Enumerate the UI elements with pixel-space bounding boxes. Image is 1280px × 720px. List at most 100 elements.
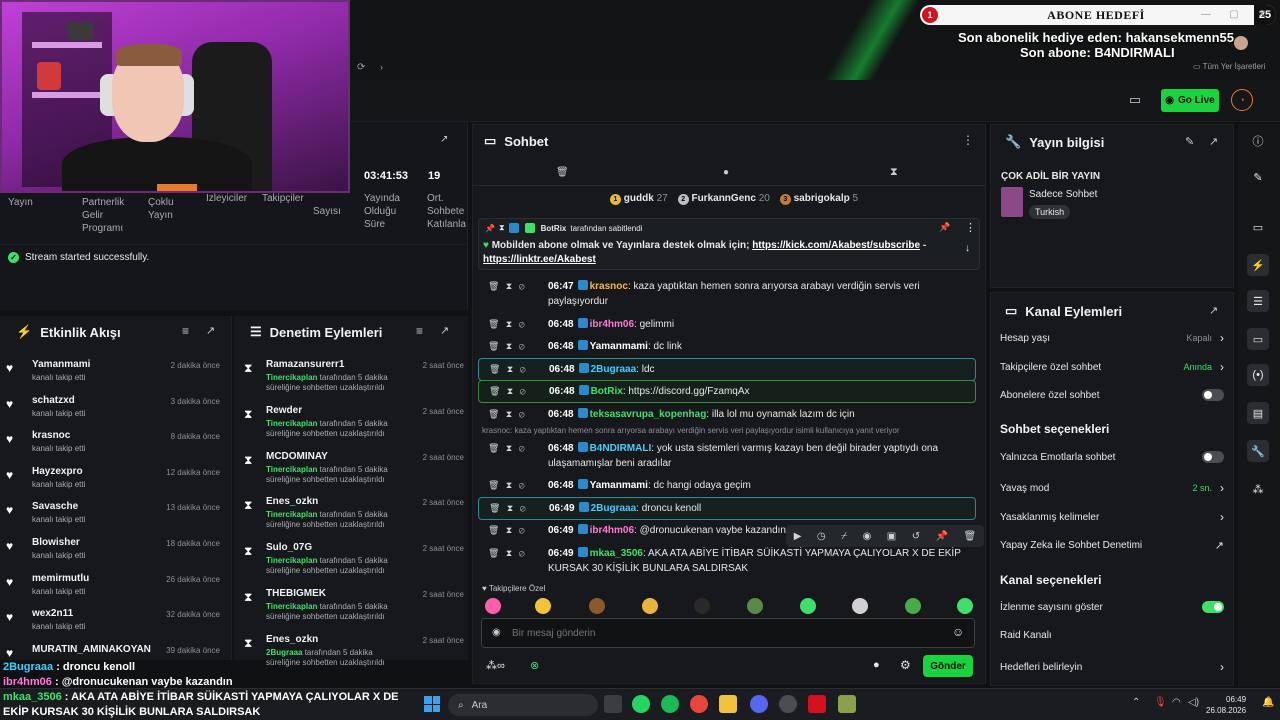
popout-icon[interactable]: ↗ — [206, 324, 215, 337]
whatsapp-icon[interactable] — [632, 695, 650, 713]
chat-input[interactable] — [512, 625, 932, 641]
moderation-icons[interactable]: 🗑 ⧗ ⊘ — [482, 546, 548, 561]
notification-icon[interactable]: 🔔 — [1262, 697, 1274, 708]
chat-input-box[interactable]: ◉ ☺ — [481, 618, 975, 648]
chevron-right-icon[interactable]: › — [1220, 360, 1224, 374]
setting-row[interactable]: Hedefleri belirleyin › — [1000, 660, 1224, 674]
chat-username[interactable]: B4NDIRMALI — [590, 443, 652, 454]
chat-message[interactable]: 🗑 ⧗ ⊘ 06:48 2Bugraaa: ldc — [478, 358, 976, 381]
activity-item[interactable]: ♥ Hayzexpro kanalı takip etti 12 dakika önc… — [6, 466, 224, 489]
setting-row[interactable]: Raid Kanalı — [1000, 630, 1224, 641]
pinned-link-subscribe[interactable]: https://kick.com/Akabest/subscribe — [752, 240, 920, 251]
emote-icon[interactable] — [589, 598, 605, 614]
moderation-item[interactable]: ⧗ MCDOMINAY Tinercikaplan tarafından 5 dak… — [244, 451, 464, 485]
toggle-switch[interactable] — [1202, 389, 1224, 401]
chat-username[interactable]: ibr4hm06 — [590, 319, 634, 330]
hourglass-icon[interactable]: ⧗ — [890, 166, 898, 179]
chat-username[interactable]: ibr4hm06 — [590, 525, 634, 536]
gifter-1[interactable]: 1 guddk 27 — [610, 193, 668, 205]
moderation-item[interactable]: ⧗ Enes_ozkn Tinercikaplan tarafından 5 dak… — [244, 496, 464, 530]
filter-icon[interactable]: ≡ — [416, 324, 423, 338]
emote-icon[interactable] — [642, 598, 658, 614]
moderation-item[interactable]: ⧗ Enes_ozkn 2Bugraaa tarafından 5 dakika s… — [244, 634, 464, 668]
external-link-icon[interactable]: ↗ — [1215, 539, 1224, 552]
kebab-menu-icon[interactable]: ⋮ — [965, 221, 976, 234]
chat-username[interactable]: BotRix — [591, 386, 623, 397]
moderation-item[interactable]: ⧗ Ramazansurerr1 Tinercikaplan tarafından … — [244, 359, 464, 393]
emote-icon[interactable] — [694, 598, 710, 614]
card-icon[interactable]: ▤ — [1247, 402, 1269, 424]
emote-icon[interactable] — [747, 598, 763, 614]
chat-username[interactable]: Yamanmami — [590, 480, 648, 491]
activity-item[interactable]: ♥ memirmutlu kanalı takip etti 26 dakika ön… — [6, 573, 224, 596]
setting-row[interactable]: Yavaş mod 2 sn. › — [1000, 481, 1224, 495]
extensions-icon[interactable]: ⟳ — [357, 62, 365, 73]
emote-icon[interactable] — [957, 598, 973, 614]
toggle-switch[interactable] — [1202, 601, 1224, 613]
activity-item[interactable]: ♥ Savasche kanalı takip etti 13 dakika önce — [6, 501, 224, 524]
emoji-icon[interactable]: ☺ — [952, 625, 964, 639]
activity-item[interactable]: ♥ krasnoc kanalı takip etti 8 dakika önce — [6, 430, 224, 453]
chat-username[interactable]: Yamanmami — [590, 341, 648, 352]
chat-message[interactable]: 🗑 ⧗ ⊘ 06:47 krasnoc: kaza yaptıktan hemen … — [478, 276, 976, 312]
chevron-right-icon[interactable]: › — [1220, 331, 1224, 345]
popout-icon[interactable]: ↗ — [440, 324, 449, 337]
chat-bubble-icon[interactable]: ▭ — [1247, 328, 1269, 350]
popout-icon[interactable]: ↗ — [1209, 135, 1218, 148]
emote-icon[interactable] — [905, 598, 921, 614]
gear-icon[interactable]: ⚙ — [900, 658, 911, 672]
setting-row[interactable]: Takipçilere özel sohbet Anında › — [1000, 360, 1224, 374]
close-icon[interactable]: ✕ — [1252, 6, 1272, 22]
pinned-link-linktree[interactable]: https://linktr.ee/Akabest — [483, 254, 596, 265]
list-icon[interactable]: ☰ — [1247, 290, 1269, 312]
minimize-icon[interactable]: — — [1196, 6, 1216, 22]
pen-icon[interactable]: ✎ — [1247, 166, 1269, 188]
chat-message[interactable]: 🗑 ⧗ ⊘ 06:48 BotRix: https://discord.gg/Fza… — [478, 380, 976, 403]
moderation-item[interactable]: ⧗ THEBIGMEK Tinercikaplan tarafından 5 dak… — [244, 588, 464, 622]
send-button[interactable]: Gönder — [923, 655, 973, 677]
category-name[interactable]: Sadece Sohbet — [1029, 189, 1097, 200]
user-menu-avatar[interactable]: ◔ — [1231, 89, 1253, 111]
kick-logo-icon[interactable]: ⊗ — [530, 659, 539, 672]
chat-username[interactable]: 2Bugraaa — [591, 364, 637, 375]
activity-item[interactable]: ♥ Blowisher kanalı takip etti 18 dakika önc… — [6, 537, 224, 560]
profile-avatar[interactable] — [1234, 36, 1248, 50]
chat-message[interactable]: 🗑 ⧗ ⊘ 06:48 Yamanmami: dc hangi odaya geçi… — [478, 475, 976, 496]
chevron-right-icon[interactable]: › — [1220, 510, 1224, 524]
maximize-icon[interactable]: ▢ — [1224, 6, 1244, 22]
setting-row[interactable]: Hesap yaşı Kapalı › — [1000, 331, 1224, 345]
moderation-icons[interactable]: 🗑 ⧗ ⊘ — [482, 441, 548, 456]
setting-row[interactable]: İzlenme sayısını göster — [1000, 601, 1224, 613]
popout-icon[interactable]: ↗ — [440, 134, 448, 145]
popout-icon[interactable]: ↗ — [1209, 304, 1218, 317]
spotify-icon[interactable] — [661, 695, 679, 713]
moderation-icons[interactable]: 🗑 ⧗ ⊘ — [482, 279, 548, 294]
filter-icon[interactable]: ≡ — [182, 324, 189, 338]
moderation-icons[interactable]: 🗑 ⧗ ⊘ — [482, 523, 548, 538]
app-icon[interactable] — [808, 695, 826, 713]
go-live-button[interactable]: ◉ Go Live — [1161, 89, 1219, 112]
activity-item[interactable]: ♥ wex2n11 kanalı takip etti 32 dakika önce — [6, 608, 224, 631]
volume-icon[interactable]: ◁) — [1188, 697, 1199, 708]
moderation-icons[interactable]: 🗑 ⧗ ⊘ — [482, 317, 548, 332]
broadcast-icon[interactable]: (•) — [1247, 364, 1269, 386]
windows-start-icon[interactable] — [424, 696, 440, 712]
gifter-3[interactable]: 3 sabrigokalp 5 — [779, 193, 858, 205]
moderation-item[interactable]: ⧗ Rewder Tinercikaplan tarafından 5 dakika… — [244, 405, 464, 439]
moderation-icons[interactable]: 🗑 ⧗ ⊘ — [482, 407, 548, 422]
emote-icon[interactable] — [852, 598, 868, 614]
wrench-icon[interactable]: 🔧 — [1247, 440, 1269, 462]
chat-username[interactable]: krasnoc — [590, 281, 628, 292]
chrome-icon[interactable] — [690, 695, 708, 713]
screen-icon[interactable]: ▭ — [1247, 216, 1269, 238]
activity-item[interactable]: ♥ MURATIN_AMINAKOYAN 39 dakika önce — [6, 644, 224, 660]
task-view-icon[interactable] — [604, 695, 622, 713]
chat-bubble-icon[interactable]: ● — [873, 659, 880, 671]
chevron-right-icon[interactable]: › — [1220, 660, 1224, 674]
moderation-icons[interactable]: 🗑 ⧗ ⊘ — [483, 501, 549, 516]
emote-icon[interactable] — [535, 598, 551, 614]
info-icon[interactable]: ⓘ — [1247, 130, 1269, 152]
chat-username[interactable]: teksasavrupa_kopenhag — [590, 409, 707, 420]
microphone-icon[interactable]: 🎙 — [1154, 697, 1167, 708]
activity-item[interactable]: ♥ schatzxd kanalı takip etti 3 dakika önce — [6, 395, 224, 418]
